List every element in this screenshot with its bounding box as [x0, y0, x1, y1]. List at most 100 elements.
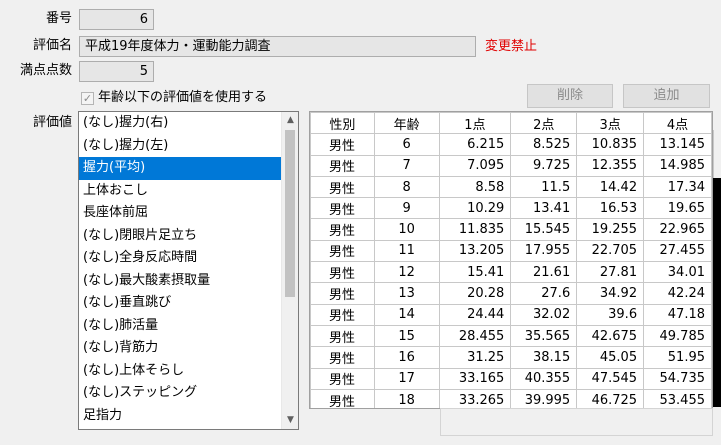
table-row[interactable]: 男性 12 15.41 21.61 27.81 34.01 — [310, 261, 712, 284]
table-cell[interactable]: 45.05 — [576, 346, 645, 369]
table-row[interactable]: 男性 10 11.835 15.545 19.255 22.965 — [310, 218, 712, 241]
list-item[interactable]: (なし)握力(右) — [79, 112, 298, 135]
column-header[interactable]: 1点 — [438, 112, 512, 135]
table-row[interactable]: 男性 8 8.58 11.5 14.42 17.34 — [310, 175, 712, 199]
chevron-up-icon[interactable]: ▲ — [282, 112, 298, 129]
table-cell[interactable]: 27.455 — [643, 239, 712, 263]
list-item[interactable]: 長座体前屈 — [79, 202, 298, 225]
table-cell[interactable]: 6 — [373, 133, 440, 156]
add-button[interactable]: 追加 — [623, 84, 710, 108]
table-cell[interactable]: 男性 — [310, 175, 375, 199]
table-cell[interactable]: 40.355 — [510, 367, 578, 390]
list-item[interactable]: (なし)閉眼片足立ち — [79, 225, 298, 248]
table-cell[interactable]: 34.92 — [576, 282, 645, 305]
table-cell[interactable]: 10 — [373, 218, 440, 241]
table-cell[interactable]: 13 — [373, 282, 440, 305]
table-cell[interactable]: 男性 — [310, 324, 375, 348]
list-item[interactable]: (なし)最大酸素摂取量 — [79, 270, 298, 293]
table-cell[interactable]: 7 — [373, 154, 440, 177]
table-row[interactable]: 男性 14 24.44 32.02 39.6 47.18 — [310, 303, 712, 326]
table-cell[interactable]: 33.265 — [438, 388, 512, 408]
table-cell[interactable]: 12 — [373, 261, 440, 284]
list-item[interactable]: (なし)全身反応時間 — [79, 247, 298, 270]
table-cell[interactable]: 53.455 — [643, 388, 712, 408]
table-cell[interactable]: 男性 — [310, 303, 375, 326]
eval-items-listbox[interactable]: (なし)握力(右) (なし)握力(左) 握力(平均) 上体おこし 長座体前屈 (なし)閉眼… — [78, 111, 299, 430]
column-header[interactable]: 3点 — [576, 112, 645, 135]
table-cell[interactable]: 39.995 — [510, 388, 578, 408]
score-table-grid[interactable]: 性別 年齢 1点 2点 3点 4点 男性 6 6.215 8.525 10.835 13.145 男性… — [309, 111, 713, 409]
table-cell[interactable]: 8 — [373, 175, 440, 199]
list-item[interactable]: 上体おこし — [79, 180, 298, 203]
column-header[interactable]: 年齢 — [373, 112, 440, 135]
list-item[interactable]: 握力(平均) — [79, 157, 298, 180]
table-cell[interactable]: 33.165 — [438, 367, 512, 390]
table-cell[interactable]: 34.01 — [643, 261, 712, 284]
table-cell[interactable]: 男性 — [310, 133, 375, 156]
table-cell[interactable]: 男性 — [310, 388, 375, 408]
table-cell[interactable]: 42.675 — [576, 324, 645, 348]
table-cell[interactable]: 10.835 — [576, 133, 645, 156]
table-cell[interactable]: 10.29 — [438, 197, 512, 220]
table-cell[interactable]: 8.525 — [510, 133, 578, 156]
table-row[interactable]: 男性 13 20.28 27.6 34.92 42.24 — [310, 282, 712, 305]
table-row[interactable]: 男性 6 6.215 8.525 10.835 13.145 — [310, 133, 712, 156]
list-item[interactable]: (なし)ステッピング — [79, 382, 298, 405]
use-age-below-checkbox[interactable]: ✓ — [81, 91, 94, 105]
table-cell[interactable]: 13.205 — [438, 239, 512, 263]
list-item[interactable]: 急歩 — [79, 427, 298, 429]
table-cell[interactable]: 8.58 — [438, 175, 512, 199]
table-cell[interactable]: 17 — [373, 367, 440, 390]
column-header[interactable]: 2点 — [510, 112, 578, 135]
table-cell[interactable]: 15 — [373, 324, 440, 348]
table-cell[interactable]: 7.095 — [438, 154, 512, 177]
table-cell[interactable]: 男性 — [310, 197, 375, 220]
list-item[interactable]: (なし)背筋力 — [79, 337, 298, 360]
table-cell[interactable]: 20.28 — [438, 282, 512, 305]
table-cell[interactable]: 51.95 — [643, 346, 712, 369]
table-cell[interactable]: 39.6 — [576, 303, 645, 326]
table-cell[interactable]: 9 — [373, 197, 440, 220]
table-cell[interactable]: 47.545 — [576, 367, 645, 390]
table-cell[interactable]: 17.955 — [510, 239, 578, 263]
table-cell[interactable]: 28.455 — [438, 324, 512, 348]
table-cell[interactable]: 12.355 — [576, 154, 645, 177]
table-cell[interactable]: 男性 — [310, 239, 375, 263]
table-cell[interactable]: 27.6 — [510, 282, 578, 305]
list-scrollbar[interactable]: ▲ ▼ — [281, 112, 298, 429]
table-cell[interactable]: 9.725 — [510, 154, 578, 177]
table-row[interactable]: 男性 9 10.29 13.41 16.53 19.65 — [310, 197, 712, 220]
table-cell[interactable]: 男性 — [310, 154, 375, 177]
list-item[interactable]: (なし)垂直跳び — [79, 292, 298, 315]
table-cell[interactable]: 31.25 — [438, 346, 512, 369]
table-cell[interactable]: 46.725 — [576, 388, 645, 408]
list-item[interactable]: 足指力 — [79, 405, 298, 428]
table-cell[interactable]: 19.255 — [576, 218, 645, 241]
table-cell[interactable]: 19.65 — [643, 197, 712, 220]
table-cell[interactable]: 13.145 — [643, 133, 712, 156]
table-cell[interactable]: 17.34 — [643, 175, 712, 199]
chevron-down-icon[interactable]: ▼ — [282, 412, 298, 429]
table-cell[interactable]: 14.42 — [576, 175, 645, 199]
table-cell[interactable]: 男性 — [310, 218, 375, 241]
table-cell[interactable]: 24.44 — [438, 303, 512, 326]
table-cell[interactable]: 47.18 — [643, 303, 712, 326]
number-field[interactable]: 6 — [79, 9, 154, 30]
table-cell[interactable]: 42.24 — [643, 282, 712, 305]
table-row[interactable]: 男性 17 33.165 40.355 47.545 54.735 — [310, 367, 712, 390]
table-cell[interactable]: 男性 — [310, 282, 375, 305]
table-cell[interactable]: 16 — [373, 346, 440, 369]
table-cell[interactable]: 男性 — [310, 367, 375, 390]
table-cell[interactable]: 6.215 — [438, 133, 512, 156]
delete-button[interactable]: 削除 — [527, 84, 613, 108]
list-item[interactable]: (なし)握力(左) — [79, 135, 298, 158]
table-cell[interactable]: 38.15 — [510, 346, 578, 369]
table-cell[interactable]: 13.41 — [510, 197, 578, 220]
list-item[interactable]: (なし)上体そらし — [79, 360, 298, 383]
table-cell[interactable]: 35.565 — [510, 324, 578, 348]
table-cell[interactable]: 16.53 — [576, 197, 645, 220]
eval-name-field[interactable]: 平成19年度体力・運動能力調査 — [79, 36, 476, 57]
table-cell[interactable]: 11 — [373, 239, 440, 263]
list-item[interactable]: (なし)肺活量 — [79, 315, 298, 338]
grid-horizontal-scrollbar[interactable] — [440, 408, 713, 436]
